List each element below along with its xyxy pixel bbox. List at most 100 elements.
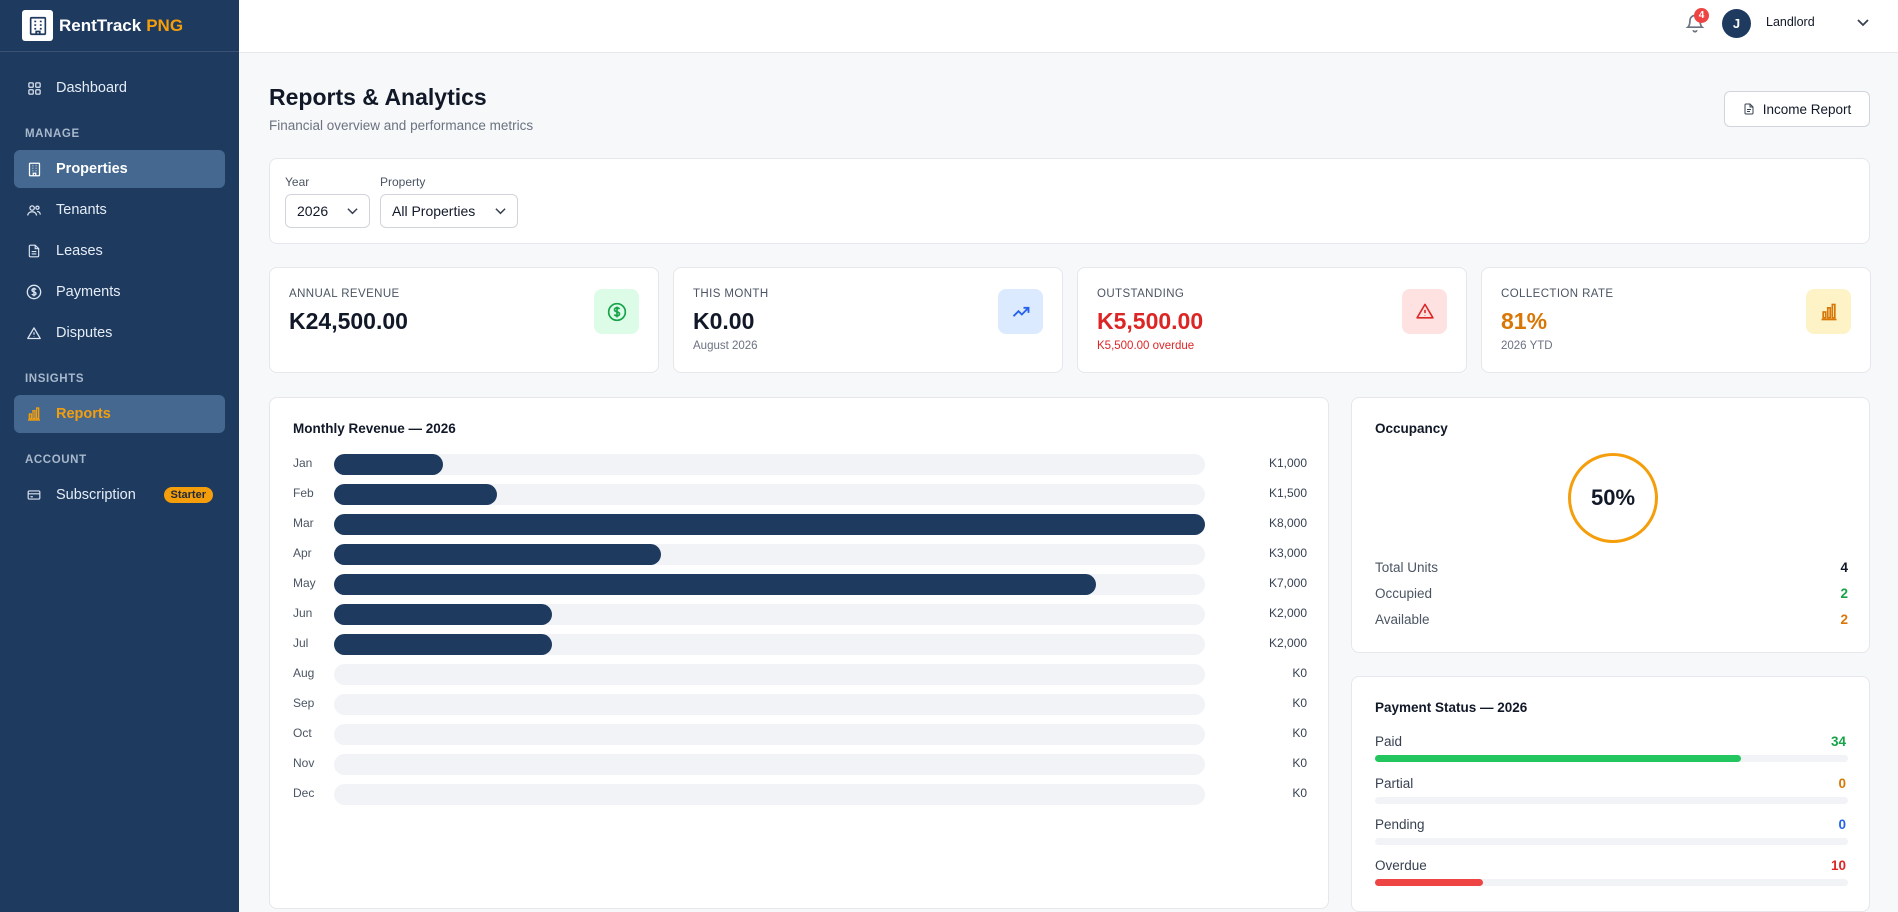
bar-month-label: Jul (293, 636, 309, 650)
stat-label: ANNUAL REVENUE (289, 288, 400, 300)
stat-value: K5,500.00 (1097, 308, 1204, 334)
occupancy-row-label: Total Units (1375, 560, 1439, 575)
bar-row-sep: Sep K0 (270, 693, 1330, 715)
payment-status-label: Partial (1375, 776, 1414, 791)
chevron-down-icon (347, 207, 358, 215)
bar-row-nov: Nov K0 (270, 753, 1330, 775)
bar-feb (334, 484, 497, 505)
payment-status-value: 0 (1838, 776, 1846, 791)
sidebar-item-label: Dashboard (56, 80, 127, 96)
occupancy-ring: 50% (1568, 453, 1658, 543)
stat-card-this-month: THIS MONTH K0.00 August 2026 (673, 267, 1063, 373)
stat-value: K0.00 (693, 308, 755, 334)
bar-row-dec: Dec K0 (270, 783, 1330, 805)
occupancy-card: Occupancy 50% Total Units 4 Occupied 2 A… (1351, 397, 1870, 653)
bar-value-label: K1,000 (1268, 456, 1307, 470)
year-select[interactable]: 2026 (285, 194, 370, 228)
bar-chart-icon (26, 406, 42, 422)
page-subtitle: Financial overview and performance metri… (269, 118, 534, 133)
bar-track (334, 634, 1205, 655)
sidebar-item-tenants[interactable]: Tenants (14, 191, 225, 229)
sidebar-item-properties[interactable]: Properties (14, 150, 225, 188)
plan-badge: Starter (163, 487, 213, 503)
trending-up-icon (998, 289, 1043, 334)
bar-month-label: Jan (293, 456, 313, 470)
bar-row-jun: Jun K2,000 (270, 603, 1330, 625)
bar-value-label: K0 (1292, 696, 1307, 710)
stat-value: K24,500.00 (289, 308, 408, 334)
user-role[interactable]: Landlord (1766, 15, 1815, 29)
bar-track (334, 694, 1205, 715)
sidebar-item-subscription[interactable]: Subscription Starter (14, 476, 225, 514)
bar-month-label: Aug (293, 666, 315, 680)
payment-status-label: Paid (1375, 734, 1403, 749)
sidebar-item-payments[interactable]: Payments (14, 273, 225, 311)
credit-card-icon (26, 487, 42, 503)
year-value: 2026 (297, 203, 329, 219)
bar-month-label: Sep (293, 696, 315, 710)
bar-track (334, 724, 1205, 745)
bar-mar (334, 514, 1205, 535)
bar-row-aug: Aug K0 (270, 663, 1330, 685)
sidebar-item-leases[interactable]: Leases (14, 232, 225, 270)
bar-month-label: Mar (293, 516, 314, 530)
bar-may (334, 574, 1096, 595)
brand-name: RentTrack (59, 15, 142, 35)
bar-row-jan: Jan K1,000 (270, 453, 1330, 475)
building-icon (26, 161, 42, 177)
notification-badge: 4 (1694, 8, 1709, 23)
sidebar-item-dashboard[interactable]: Dashboard (14, 69, 225, 107)
bar-month-label: Nov (293, 756, 315, 770)
stat-sub: K5,500.00 overdue (1097, 340, 1195, 352)
stat-card-collection-rate: COLLECTION RATE 81% 2026 YTD (1481, 267, 1871, 373)
sidebar-item-label: Disputes (56, 325, 113, 341)
brand[interactable]: RentTrack PNG (0, 0, 239, 52)
sidebar-item-label: Properties (56, 161, 128, 177)
income-report-button[interactable]: Income Report (1724, 91, 1870, 127)
year-label: Year (285, 175, 310, 189)
bar-value-label: K0 (1292, 666, 1307, 680)
bar-row-feb: Feb K1,500 (270, 483, 1330, 505)
file-icon (1743, 102, 1755, 116)
stat-label: THIS MONTH (693, 288, 769, 300)
chart-title: Monthly Revenue — 2026 (293, 421, 456, 436)
payment-status-fill-overdue (1375, 879, 1483, 886)
payment-status-fill-paid (1375, 755, 1741, 762)
sidebar-item-reports[interactable]: Reports (14, 395, 225, 433)
bar-jan (334, 454, 443, 475)
users-icon (26, 202, 42, 218)
sidebar-item-disputes[interactable]: Disputes (14, 314, 225, 352)
occupancy-row-label: Available (1375, 612, 1430, 627)
bar-track (334, 544, 1205, 565)
bar-value-label: K0 (1292, 786, 1307, 800)
topbar: 4 J Landlord (239, 0, 1898, 53)
bar-track (334, 604, 1205, 625)
bar-month-label: Dec (293, 786, 315, 800)
dollar-circle-icon (26, 284, 42, 300)
avatar[interactable]: J (1722, 9, 1751, 38)
bar-track (334, 484, 1205, 505)
bar-value-label: K7,000 (1268, 576, 1307, 590)
stat-card-outstanding: OUTSTANDING K5,500.00 K5,500.00 overdue (1077, 267, 1467, 373)
chevron-down-icon[interactable] (1856, 17, 1870, 27)
sidebar-nav: Dashboard MANAGE Properties Tenants Leas… (0, 52, 239, 514)
section-header-insights: INSIGHTS (25, 373, 85, 385)
bar-track (334, 574, 1205, 595)
bar-row-apr: Apr K3,000 (270, 543, 1330, 565)
bar-track (334, 514, 1205, 535)
sidebar-item-label: Payments (56, 284, 121, 300)
income-report-label: Income Report (1762, 101, 1852, 117)
occupancy-row-label: Occupied (1375, 586, 1433, 601)
stat-sub: 2026 YTD (1501, 340, 1553, 352)
monthly-revenue-chart: Monthly Revenue — 2026 Jan K1,000 Feb K1,50… (269, 397, 1329, 909)
payment-status-value: 34 (1830, 734, 1846, 749)
bar-month-label: Apr (293, 546, 312, 560)
bar-row-jul: Jul K2,000 (270, 633, 1330, 655)
bar-value-label: K8,000 (1268, 516, 1307, 530)
payment-status-card: Payment Status — 2026 Paid 34 Partial 0 … (1351, 676, 1870, 912)
sidebar-item-label: Leases (56, 243, 103, 259)
payment-status-track (1375, 797, 1848, 804)
property-label: Property (380, 175, 426, 189)
payment-status-value: 0 (1838, 817, 1846, 832)
property-select[interactable]: All Properties (380, 194, 518, 228)
